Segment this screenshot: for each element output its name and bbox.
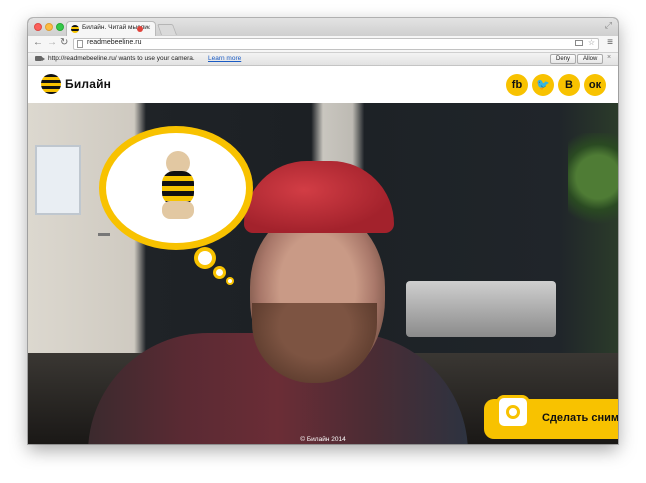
permission-message: http://readmebeeline.ru/ wants to use yo… [48,55,195,62]
tab-strip: Билайн. Читай мысли. × ⤢ [28,18,618,36]
address-bar[interactable]: readmebeeline.ru ☆ [73,38,599,50]
back-button[interactable]: ← [33,37,43,48]
take-snapshot-label: Сделать сним [542,412,618,424]
deny-button[interactable]: Deny [550,54,577,64]
camera-in-use-icon[interactable] [575,40,583,46]
tab-active[interactable]: Билайн. Читай мысли. × [66,21,156,36]
tab-close-icon[interactable]: × [146,23,151,32]
address-bar-url: readmebeeline.ru [87,39,142,46]
teddy-bear-legs [162,201,194,219]
allow-button[interactable]: Allow [577,54,604,64]
beeline-logo-icon[interactable] [41,74,61,94]
close-window-button[interactable] [34,23,42,31]
camera-permission-infobar: http://readmebeeline.ru/ wants to use yo… [28,53,618,66]
copyright-text: © Билайн 2014 [300,436,346,443]
reload-button[interactable]: ↻ [60,37,68,48]
camera-icon [496,395,530,429]
projector [406,281,556,337]
odnoklassniki-share-button[interactable]: ок [584,74,606,96]
red-beanie [244,161,394,233]
wall-poster [35,145,81,215]
browser-window: Билайн. Читай мысли. × ⤢ ← → ↻ readmebee… [28,18,618,444]
logo-text[interactable]: Билайн [65,77,111,91]
site-header: Билайн fb 🐦 В ок [28,66,618,103]
thought-bubble-dot [216,269,223,276]
recording-indicator-icon [137,26,143,32]
video-camera-icon [35,56,45,61]
facebook-share-button[interactable]: fb [506,74,528,96]
vkontakte-share-button[interactable]: В [558,74,580,96]
bookmark-star-icon[interactable]: ☆ [588,38,595,47]
minimize-window-button[interactable] [45,23,53,31]
zoom-window-button[interactable] [56,23,64,31]
infobar-close-icon[interactable]: × [607,54,611,61]
menu-icon[interactable]: ≡ [607,38,613,48]
teddy-bear-image [156,151,200,223]
forward-button[interactable]: → [47,37,57,48]
new-tab-button[interactable] [156,24,178,35]
thought-bubble-dot [198,251,212,265]
learn-more-link[interactable]: Learn more [208,55,241,62]
browser-toolbar: ← → ↻ readmebeeline.ru ☆ ≡ [28,36,618,53]
teddy-bear-striped-sweater [162,171,194,205]
plant [568,133,618,243]
door-handle [98,233,110,236]
take-snapshot-button[interactable]: Сделать сним [484,395,618,439]
thought-bubble-dot [228,279,232,283]
twitter-share-button[interactable]: 🐦 [532,74,554,96]
camera-feed: Сделать сним © Билайн 2014 [28,103,618,444]
fullscreen-icon[interactable]: ⤢ [605,20,612,31]
beeline-favicon-icon [71,25,79,33]
page-icon [77,40,83,48]
